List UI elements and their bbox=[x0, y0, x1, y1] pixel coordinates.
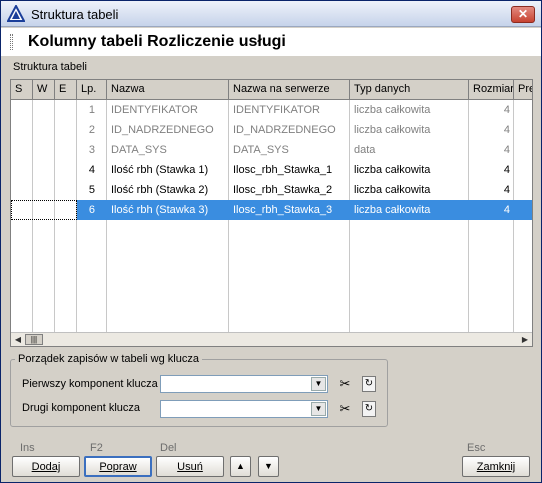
cell-type: liczba całkowita bbox=[354, 204, 431, 216]
col-header-e[interactable]: E bbox=[55, 80, 77, 100]
grip-icon bbox=[10, 34, 13, 50]
structure-section-label: Struktura tabeli bbox=[13, 61, 87, 73]
scroll-thumb[interactable]: ||| bbox=[25, 334, 43, 345]
col-header-s[interactable]: S bbox=[11, 80, 33, 100]
col-header-precision[interactable]: Pre bbox=[514, 80, 532, 100]
scissors-icon[interactable]: ✂ bbox=[337, 376, 353, 392]
refresh-icon[interactable]: ↻ bbox=[362, 376, 376, 392]
triangle-icon bbox=[7, 5, 25, 22]
cell-name: Ilość rbh (Stawka 3) bbox=[111, 204, 209, 216]
cell-lp: 2 bbox=[88, 124, 95, 136]
table-row[interactable]: 4 Ilość rbh (Stawka 1) Ilosc_rbh_Stawka_… bbox=[11, 160, 532, 180]
add-shortcut-hint: Ins bbox=[20, 442, 35, 454]
cell-server-name: ID_NADRZEDNEGO bbox=[233, 124, 336, 136]
cell-size: 4 bbox=[503, 204, 510, 216]
scroll-right-icon[interactable]: ▶ bbox=[519, 334, 531, 346]
col-header-name[interactable]: Nazwa bbox=[107, 80, 229, 100]
cell-name: Ilość rbh (Stawka 2) bbox=[111, 184, 209, 196]
table-row[interactable]: 2 ID_NADRZEDNEGO ID_NADRZEDNEGO liczba c… bbox=[11, 120, 532, 140]
scroll-left-icon[interactable]: ◀ bbox=[12, 334, 24, 346]
cell-lp: 6 bbox=[88, 204, 95, 216]
second-key-label: Drugi komponent klucza bbox=[22, 402, 141, 414]
close-window-button[interactable]: ✕ bbox=[511, 6, 535, 23]
cell-name: DATA_SYS bbox=[111, 144, 167, 156]
cell-lp: 5 bbox=[88, 184, 95, 196]
cell-type: liczba całkowita bbox=[354, 164, 431, 176]
cell-server-name: IDENTYFIKATOR bbox=[233, 104, 320, 116]
edit-shortcut-hint: F2 bbox=[90, 442, 103, 454]
cell-size: 4 bbox=[503, 104, 510, 116]
col-header-type[interactable]: Typ danych bbox=[350, 80, 469, 100]
cell-server-name: Ilosc_rbh_Stawka_3 bbox=[233, 204, 333, 216]
col-header-server-name[interactable]: Nazwa na serwerze bbox=[229, 80, 350, 100]
cell-server-name: DATA_SYS bbox=[233, 144, 289, 156]
page-header: Kolumny tabeli Rozliczenie usługi bbox=[1, 28, 541, 56]
title-bar: Struktura tabeli ✕ bbox=[1, 1, 541, 27]
cell-server-name: Ilosc_rbh_Stawka_2 bbox=[233, 184, 333, 196]
arrow-up-icon[interactable]: ▲ bbox=[230, 456, 251, 477]
first-key-select[interactable]: ▼ bbox=[160, 375, 328, 393]
page-title: Kolumny tabeli Rozliczenie usługi bbox=[28, 33, 286, 50]
col-header-lp[interactable]: Lp. bbox=[77, 80, 107, 100]
cell-size: 4 bbox=[503, 164, 510, 176]
cell-size: 4 bbox=[503, 144, 510, 156]
cell-size: 4 bbox=[503, 184, 510, 196]
cell-lp: 1 bbox=[88, 104, 95, 116]
window-title: Struktura tabeli bbox=[31, 7, 119, 22]
dialog-window: Struktura tabeli ✕ Kolumny tabeli Rozlic… bbox=[0, 0, 542, 483]
second-key-select[interactable]: ▼ bbox=[160, 400, 328, 418]
scissors-icon[interactable]: ✂ bbox=[337, 401, 353, 417]
cell-size: 4 bbox=[503, 124, 510, 136]
chevron-down-icon[interactable]: ▼ bbox=[311, 377, 326, 391]
chevron-down-icon[interactable]: ▼ bbox=[311, 402, 326, 416]
arrow-down-icon[interactable]: ▼ bbox=[258, 456, 279, 477]
col-header-w[interactable]: W bbox=[33, 80, 55, 100]
refresh-icon[interactable]: ↻ bbox=[362, 401, 376, 417]
add-button[interactable]: Dodaj bbox=[12, 456, 80, 477]
cell-lp: 3 bbox=[88, 144, 95, 156]
delete-shortcut-hint: Del bbox=[160, 442, 177, 454]
focus-cell bbox=[11, 200, 77, 220]
edit-button[interactable]: Popraw bbox=[84, 456, 152, 477]
cell-name: ID_NADRZEDNEGO bbox=[111, 124, 214, 136]
close-button[interactable]: Zamknij bbox=[462, 456, 530, 477]
first-key-label: Pierwszy komponent klucza bbox=[22, 378, 158, 390]
close-shortcut-hint: Esc bbox=[467, 442, 486, 454]
cell-type: liczba całkowita bbox=[354, 184, 431, 196]
cell-server-name: Ilosc_rbh_Stawka_1 bbox=[233, 164, 333, 176]
horizontal-scrollbar[interactable]: ◀ ||| ▶ bbox=[11, 332, 532, 346]
table-row[interactable]: 3 DATA_SYS DATA_SYS data 4 bbox=[11, 140, 532, 160]
table-row[interactable]: 5 Ilość rbh (Stawka 2) Ilosc_rbh_Stawka_… bbox=[11, 180, 532, 200]
cell-type: data bbox=[354, 144, 376, 156]
col-header-size[interactable]: Rozmiar bbox=[469, 80, 514, 100]
columns-grid[interactable]: S W E Lp. Nazwa Nazwa na serwerze Typ da… bbox=[10, 79, 533, 347]
grid-header: S W E Lp. Nazwa Nazwa na serwerze Typ da… bbox=[11, 80, 532, 100]
sort-key-group-title: Porządek zapisów w tabeli wg klucza bbox=[15, 353, 202, 365]
table-row[interactable]: 1 IDENTYFIKATOR IDENTYFIKATOR liczba cał… bbox=[11, 100, 532, 120]
cell-lp: 4 bbox=[88, 164, 95, 176]
cell-type: liczba całkowita bbox=[354, 124, 431, 136]
cell-type: liczba całkowita bbox=[354, 104, 431, 116]
cell-name: IDENTYFIKATOR bbox=[111, 104, 198, 116]
table-row-selected[interactable]: 6 Ilość rbh (Stawka 3) Ilosc_rbh_Stawka_… bbox=[11, 200, 532, 220]
delete-button[interactable]: Usuń bbox=[156, 456, 224, 477]
cell-name: Ilość rbh (Stawka 1) bbox=[111, 164, 209, 176]
